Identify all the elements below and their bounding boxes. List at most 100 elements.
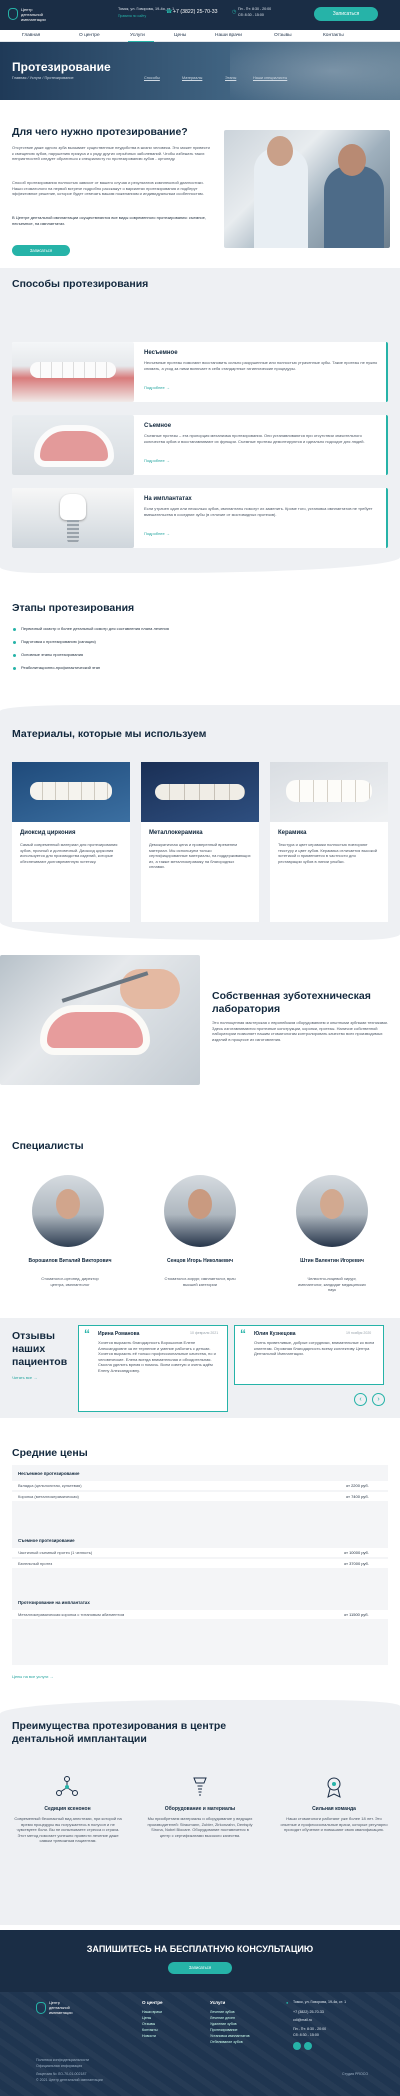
reviews-next-arrow-icon[interactable]: ›	[372, 1393, 385, 1406]
footer-col1-item-2[interactable]: Цены	[142, 2016, 151, 2020]
method-fixed-photo	[12, 342, 134, 402]
price-row-name-2: Коронка (металлокерамическая)	[18, 1494, 79, 1499]
footer-col1-title[interactable]: О центре	[142, 2000, 163, 2005]
stage-item-1: Первичный осмотр и более детальный осмот…	[21, 626, 169, 631]
network-icon	[55, 1775, 79, 1799]
cta-button[interactable]: Записаться	[168, 1962, 232, 1974]
footer-col2-item-5[interactable]: Установка имплантатов	[210, 2034, 250, 2038]
nav-item-home[interactable]: Главная	[22, 33, 40, 38]
breadcrumb[interactable]: Главная / Услуги / Протезирование	[12, 76, 74, 80]
footer-col2-item-6[interactable]: Отбеливание зубов	[210, 2040, 243, 2044]
review-author-2: Юлия Кузнецова	[254, 1331, 296, 1337]
specialists-title: Специалисты	[12, 1140, 84, 1152]
footer-col2-item-2[interactable]: Лечение десен	[210, 2016, 235, 2020]
specialist-role-2: Стоматолог-хирург, имплантолог, врач выс…	[164, 1276, 236, 1287]
phone-icon: ☎	[166, 9, 173, 15]
footer-col2-item-3[interactable]: Удаление зубов	[210, 2022, 237, 2026]
price-row-value-1: от 2200 руб.	[346, 1483, 369, 1488]
material-metal-ceramic-title: Металлокерамика	[149, 830, 203, 836]
specialist-face-3	[320, 1189, 344, 1219]
page-title: Протезирование	[12, 60, 111, 74]
footer-email[interactable]: cdi@mail.ru	[293, 2018, 312, 2022]
badge-icon-svg	[327, 1777, 341, 1798]
specialist-name-1: Ворошилов Виталий Викторович	[28, 1258, 112, 1264]
nav-item-prices[interactable]: Цены	[174, 33, 186, 38]
price-group-title-1: Несъемное протезирование	[18, 1471, 80, 1476]
footer-col2-title[interactable]: Услуги	[210, 2000, 225, 2005]
anchor-specialists[interactable]: Наши специалисты	[253, 76, 287, 80]
footer-col1-item-4[interactable]: Контакты	[142, 2028, 158, 2032]
material-ceramic-text: Текстура и цвет керамики полностью повто…	[278, 842, 377, 864]
nav-item-services[interactable]: Услуги	[130, 33, 145, 38]
patient-head	[338, 144, 366, 176]
reviews-title: Отзывы наших пациентов	[12, 1330, 68, 1368]
footer-col1-item-5[interactable]: Новости	[142, 2034, 156, 2038]
advantage-title-3: Сильная команда	[312, 1806, 356, 1812]
zirconia-teeth-shape	[30, 782, 112, 800]
footer-policy-link[interactable]: Политика конфиденциальности	[36, 2058, 89, 2062]
footer-offer-link[interactable]: Официальная информация	[36, 2064, 82, 2068]
footer-copyright: © 2021 Центр дентальной имплантации	[36, 2078, 103, 2082]
anchor-stages[interactable]: Этапы	[225, 76, 236, 80]
footer-logo-line-2: дентальной	[49, 2006, 70, 2010]
why-cta-button[interactable]: Записаться	[12, 245, 70, 256]
footer-col1-item-1[interactable]: Наши врачи	[142, 2010, 162, 2014]
materials-title: Материалы, которые мы используем	[12, 728, 207, 740]
anchor-methods[interactable]: Способы	[144, 76, 160, 80]
material-ceramic-photo	[270, 762, 388, 822]
material-zirconia-title: Диоксид циркония	[20, 830, 76, 836]
method-fixed-more-link[interactable]: Подробнее →	[144, 385, 170, 390]
method-implants-text: Если утрачен один или несколько зубов, и…	[144, 506, 373, 517]
footer-phone[interactable]: +7 (3822) 25-70-33	[293, 2010, 324, 2014]
patient-figure	[324, 166, 384, 248]
method-implants-more-link[interactable]: Подробнее →	[144, 531, 170, 536]
stage-bullet-1	[13, 628, 16, 631]
nav-item-contacts[interactable]: Контакты	[323, 33, 344, 38]
anchor-materials[interactable]: Материалы	[182, 76, 202, 80]
specialist-photo-3	[296, 1175, 368, 1247]
method-removable-more-link[interactable]: Подробнее →	[144, 458, 170, 463]
header-phone[interactable]: +7 (3822) 25-70-33	[173, 9, 218, 15]
footer-hours-1: Пн - Пт: 8:30 - 20:00	[293, 2027, 327, 2031]
nav-item-about[interactable]: О центре	[79, 33, 100, 38]
why-paragraph-1: Отсутствие даже одного зуба вызывает сущ…	[12, 145, 210, 162]
footer-logo[interactable]: Центр дентальной имплантации	[36, 2000, 84, 2020]
logo[interactable]: Центр дентальной имплантации	[8, 6, 56, 26]
nav-item-reviews[interactable]: Отзывы	[274, 33, 292, 38]
metal-ceramic-teeth-shape	[155, 784, 245, 800]
advantage-text-2: Мы приобретаем материалы и оборудование …	[147, 1816, 253, 1838]
footer-col1-item-3[interactable]: Отзывы	[142, 2022, 155, 2026]
network-icon-svg	[56, 1776, 78, 1796]
footer-col2-item-1[interactable]: Лечение зубов	[210, 2010, 235, 2014]
nav-item-doctors[interactable]: Наши врачи	[215, 33, 242, 38]
implant-icon	[188, 1775, 212, 1799]
price-row-name-1: Вкладка (цельнолитая, культевая)	[18, 1483, 82, 1488]
review-text-2: Очень приветливые, добрые сотрудники, вн…	[254, 1340, 375, 1357]
header-cta-button[interactable]: Записаться	[314, 7, 378, 21]
specialist-photo-1	[32, 1175, 104, 1247]
review-date-2: 19 ноября 2020	[346, 1331, 372, 1335]
advantage-title-2: Оборудование и материалы	[164, 1806, 236, 1812]
clock-icon: ◷	[232, 9, 237, 15]
header-address-sub[interactable]: Правила по сайту	[118, 14, 146, 18]
footer-col2-item-4[interactable]: Протезирование	[210, 2028, 238, 2032]
review-date-1: 10 февраля 2021	[190, 1331, 219, 1335]
reviews-all-link[interactable]: Читать все →	[12, 1375, 37, 1380]
hand-shape	[120, 969, 180, 1009]
material-metal-ceramic-photo	[141, 762, 259, 822]
footer-social-vk-icon[interactable]	[293, 2042, 301, 2050]
method-removable-photo	[12, 415, 134, 475]
advantages-title: Преимущества протезирования в центре ден…	[12, 1720, 227, 1745]
price-row-value-3: от 10000 руб.	[344, 1550, 369, 1555]
prices-all-link[interactable]: Цены на все услуги →	[12, 1674, 53, 1679]
implant-icon-svg	[193, 1777, 207, 1796]
advantage-text-3: Наши стоматологи работают уже более 18 л…	[280, 1816, 388, 1833]
price-group-title-3: Протезирование на имплантатах	[18, 1600, 90, 1605]
footer-studio[interactable]: Студия PROCO	[342, 2072, 368, 2076]
footer-social-instagram-icon[interactable]	[304, 2042, 312, 2050]
review-quote-icon-2: “	[240, 1327, 246, 1341]
specialist-face-2	[188, 1189, 212, 1219]
method-implants-title: На имплантатах	[144, 496, 192, 502]
method-implants-photo	[12, 488, 134, 548]
reviews-prev-arrow-icon[interactable]: ‹	[354, 1393, 367, 1406]
